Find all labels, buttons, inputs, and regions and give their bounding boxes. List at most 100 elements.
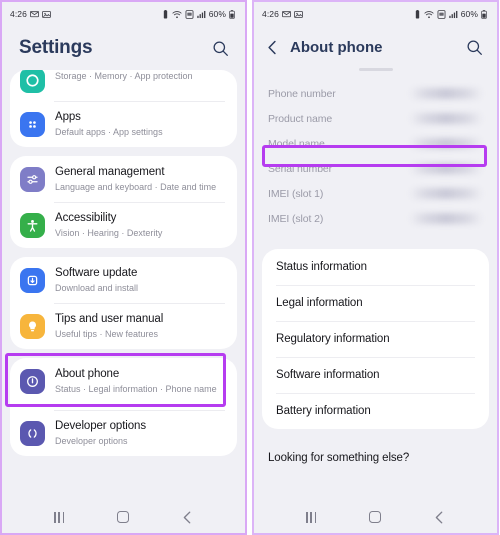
search-icon[interactable] [212,40,229,57]
messaging-icon [30,10,39,19]
info-row-phone-number[interactable]: Phone number [254,81,497,106]
status-bar-left-cluster: 4:26 [10,9,51,19]
info-row-imei-slot-1[interactable]: IMEI (slot 1) [254,181,497,206]
comparison-screenshot-pair: 4:26 60% Settings Storage · Memory · App… [0,0,500,535]
sidebar-item-title: Accessibility [55,212,117,224]
sidebar-item-subtitle: Vision · Hearing · Dexterity [55,228,163,238]
menu-item-status-information[interactable]: Status information [262,249,489,285]
battery-percent-label: 60% [460,9,478,19]
page-title: Settings [19,37,93,58]
status-bar-time: 4:26 [262,9,279,19]
settings-screen: Settings Storage · Memory · App protecti… [2,26,245,501]
home-button[interactable] [368,511,381,523]
apps-grid-icon [20,112,45,137]
navigation-bar-right [254,501,497,533]
info-row-model-name[interactable]: Model name [254,131,497,156]
status-bar-left: 4:26 60% [2,2,245,26]
about-phone-header: About phone [254,26,497,68]
battery-percent-label: 60% [208,9,226,19]
info-value-redacted [409,213,483,224]
sim-icon [437,9,446,19]
sidebar-item-subtitle: Language and keyboard · Date and time [55,182,217,192]
status-bar-right-cluster: 60% [162,9,235,19]
sidebar-item-apps[interactable]: Apps Default apps · App settings [10,101,237,147]
settings-group-1: Storage · Memory · App protection Apps D… [10,70,237,147]
back-button[interactable] [434,510,445,524]
sidebar-item-developer-options[interactable]: Developer options Developer options [10,410,237,456]
menu-item-legal-information[interactable]: Legal information [262,285,489,321]
software-update-icon [20,268,45,293]
wifi-icon [172,10,182,19]
lightbulb-icon [20,314,45,339]
info-label: IMEI (slot 2) [268,212,324,225]
battery-icon [229,9,235,19]
info-value-redacted [409,188,483,199]
info-row-serial-number[interactable]: Serial number [254,156,497,181]
looking-for-something-else-prompt[interactable]: Looking for something else? [254,438,497,474]
device-care-icon [20,70,45,93]
recents-button[interactable] [54,511,65,523]
right-phone-screenshot: 4:26 60% About phone Phone number Produc… [252,0,499,535]
info-label: Serial number [268,162,333,175]
sidebar-item-subtitle: Default apps · App settings [55,127,163,137]
about-phone-screen: About phone Phone number Product name Mo… [254,26,497,501]
settings-group-4: About phone Status · Legal information ·… [10,358,237,456]
developer-brackets-icon [20,421,45,446]
about-phone-menu-card: Status information Legal information Reg… [262,249,489,429]
info-value-redacted [409,163,483,174]
messaging-icon [282,10,291,19]
wifi-icon [424,10,434,19]
sidebar-item-subtitle: Storage · Memory · App protection [55,71,193,81]
navigation-bar-left [2,501,245,533]
menu-item-battery-information[interactable]: Battery information [262,393,489,429]
sidebar-item-tips-and-user-manual[interactable]: Tips and user manual Useful tips · New f… [10,303,237,349]
sidebar-item-title: About phone [55,368,120,380]
chevron-left-icon[interactable] [265,40,280,55]
home-button[interactable] [116,511,129,523]
status-bar-right-cluster: 60% [414,9,487,19]
menu-item-software-information[interactable]: Software information [262,357,489,393]
search-icon[interactable] [466,39,483,56]
back-button[interactable] [182,510,193,524]
image-icon [294,10,303,19]
info-value-redacted [409,138,483,149]
sidebar-item-subtitle: Developer options [55,436,128,446]
info-row-imei-slot-2[interactable]: IMEI (slot 2) [254,206,497,231]
status-bar-time: 4:26 [10,9,27,19]
recents-button[interactable] [306,511,317,523]
device-info-list: Phone number Product name Model name Ser… [254,79,497,231]
info-value-redacted [409,113,483,124]
sidebar-item-title: Tips and user manual [55,313,164,325]
sidebar-item-title: Apps [55,111,81,123]
sidebar-item-subtitle: Useful tips · New features [55,329,159,339]
info-value-redacted [409,88,483,99]
image-icon [42,10,51,19]
left-phone-screenshot: 4:26 60% Settings Storage · Memory · App… [0,0,247,535]
info-row-product-name[interactable]: Product name [254,106,497,131]
alarm-icon [414,9,421,19]
signal-icon [197,10,206,19]
sidebar-item-device-care[interactable]: Storage · Memory · App protection [10,70,237,101]
sim-icon [185,9,194,19]
battery-icon [481,9,487,19]
sidebar-item-subtitle: Download and install [55,283,139,293]
sidebar-item-title: General management [55,166,165,178]
scroll-handle [358,68,393,71]
sidebar-item-software-update[interactable]: Software update Download and install [10,257,237,303]
page-title: About phone [290,38,383,56]
sidebar-item-accessibility[interactable]: Accessibility Vision · Hearing · Dexteri… [10,202,237,248]
sidebar-item-title: Developer options [55,420,146,432]
info-label: Phone number [268,87,336,100]
info-label: Product name [268,112,333,125]
alarm-icon [162,9,169,19]
status-bar-right: 4:26 60% [254,2,497,26]
info-circle-icon [20,369,45,394]
status-bar-left-cluster: 4:26 [262,9,303,19]
sidebar-item-about-phone[interactable]: About phone Status · Legal information ·… [10,358,237,410]
settings-group-2: General management Language and keyboard… [10,156,237,248]
accessibility-icon [20,213,45,238]
settings-header: Settings [2,26,245,70]
sidebar-item-general-management[interactable]: General management Language and keyboard… [10,156,237,202]
menu-item-regulatory-information[interactable]: Regulatory information [262,321,489,357]
settings-group-3: Software update Download and install Tip… [10,257,237,349]
